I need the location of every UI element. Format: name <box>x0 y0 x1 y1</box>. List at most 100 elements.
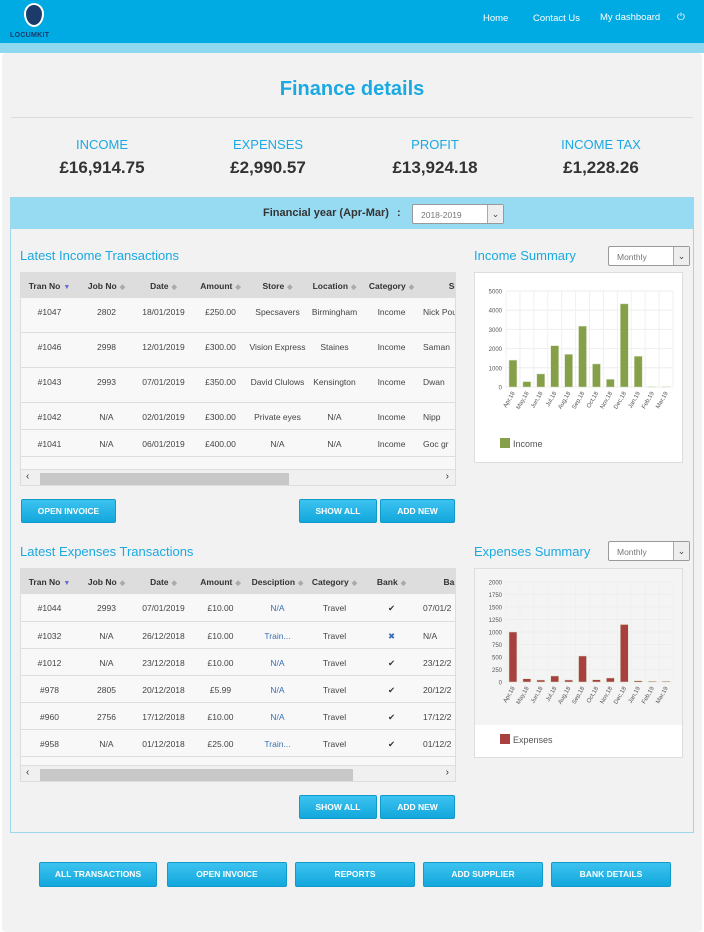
sort-icon[interactable]: ◆ <box>298 580 303 587</box>
description-link[interactable]: N/A <box>249 702 306 730</box>
expenses-show-all-button[interactable]: SHOW ALL <box>299 795 377 819</box>
table-row[interactable]: #1046 2998 12/01/2019 £300.00 Vision Express… <box>21 332 455 368</box>
table-row[interactable]: #1032 N/A 26/12/2018 £10.00 Train... Travel ✖ N… <box>21 621 455 649</box>
column-header[interactable]: Suppl <box>420 273 455 298</box>
column-header[interactable]: Bank Da <box>420 569 455 594</box>
column-header[interactable]: Category ◆ <box>363 273 420 298</box>
expenses-add-new-button[interactable]: ADD NEW <box>380 795 455 819</box>
sort-icon[interactable]: ◆ <box>120 580 125 587</box>
nav-my-dashboard[interactable]: My dashboard <box>600 12 660 23</box>
sort-icon[interactable]: ◆ <box>352 580 357 587</box>
sort-icon[interactable]: ◆ <box>120 284 125 291</box>
column-header[interactable]: Date ◆ <box>135 569 192 594</box>
legend-label: Expenses <box>513 735 553 745</box>
sort-icon[interactable]: ◆ <box>401 580 406 587</box>
income-period-select[interactable]: Monthly ⌄ <box>608 246 690 266</box>
scroll-thumb[interactable] <box>40 473 289 485</box>
column-header[interactable]: Tran No ▼ <box>21 273 78 298</box>
cell: #1044 <box>21 594 78 622</box>
sort-icon[interactable]: ◆ <box>409 284 414 291</box>
column-label: Suppl <box>448 280 455 291</box>
column-header[interactable]: Job No ◆ <box>78 569 135 594</box>
income-show-all-button[interactable]: SHOW ALL <box>299 499 377 523</box>
sort-icon[interactable]: ◆ <box>235 284 240 291</box>
all-transactions-button[interactable]: ALL TRANSACTIONS <box>39 862 157 887</box>
column-header[interactable]: Store ◆ <box>249 273 306 298</box>
table-row[interactable]: #1043 2993 07/01/2019 £350.00 David Clulows K… <box>21 367 455 403</box>
column-header[interactable]: Desciption ◆ <box>249 569 306 594</box>
bank-details-button[interactable]: BANK DETAILS <box>551 862 671 887</box>
header-strip <box>0 43 704 53</box>
x-tick-label: Jul,18 <box>545 390 559 407</box>
table-row[interactable]: #960 2756 17/12/2018 £10.00 N/A Travel ✔ 17/12/… <box>21 702 455 730</box>
footer-open-invoice-button[interactable]: OPEN INVOICE <box>167 862 287 887</box>
x-tick-label: May,18 <box>516 390 531 410</box>
cell: £25.00 <box>192 729 249 757</box>
table-row[interactable]: #1041 N/A 06/01/2019 £400.00 N/A N/A Income Goc… <box>21 429 455 457</box>
column-header[interactable]: Bank ◆ <box>363 569 420 594</box>
sort-icon[interactable]: ◆ <box>235 580 240 587</box>
table-row[interactable]: #958 N/A 01/12/2018 £25.00 Train... Travel ✔ 01… <box>21 729 455 757</box>
scroll-thumb[interactable] <box>40 769 353 781</box>
cell: £10.00 <box>192 621 249 649</box>
nav-home[interactable]: Home <box>483 13 508 24</box>
column-header[interactable]: Category ◆ <box>306 569 363 594</box>
selected-value: 2018-2019 <box>421 210 462 220</box>
cell: 17/12/2 <box>420 702 455 730</box>
column-header[interactable]: Date ◆ <box>135 273 192 298</box>
table-row[interactable]: #1044 2993 07/01/2019 £10.00 N/A Travel ✔ 07/01… <box>21 594 455 622</box>
sort-desc-icon[interactable]: ▼ <box>63 580 70 587</box>
bar <box>550 345 559 388</box>
cell: #1047 <box>21 298 78 333</box>
expenses-summary-title: Expenses Summary <box>474 544 591 559</box>
locumkit-logo[interactable]: LOCUMKIT <box>10 3 56 41</box>
description-link[interactable]: Train... <box>249 729 306 757</box>
bar <box>550 675 559 683</box>
table-row[interactable]: #1012 N/A 23/12/2018 £10.00 N/A Travel ✔ 23/12/… <box>21 648 455 676</box>
description-link[interactable]: Train... <box>249 621 306 649</box>
legend-label: Income <box>513 439 543 449</box>
cell: 07/01/2019 <box>135 367 192 403</box>
sort-desc-icon[interactable]: ▼ <box>63 284 70 291</box>
table-row[interactable]: #978 2805 20/12/2018 £5.99 N/A Travel ✔ 20/12/2 <box>21 675 455 703</box>
cell: 06/01/2019 <box>135 429 192 457</box>
x-tick-label: Dec,18 <box>613 685 628 705</box>
column-header[interactable]: Tran No ▼ <box>21 569 78 594</box>
cell: Saman <box>420 332 455 368</box>
add-supplier-button[interactable]: ADD SUPPLIER <box>423 862 543 887</box>
nav-contact-us[interactable]: Contact Us <box>533 13 580 24</box>
stat-expenses: EXPENSES £2,990.57 <box>183 137 353 178</box>
power-icon[interactable]: ⏻ <box>677 12 685 23</box>
stat-label: INCOME TAX <box>561 137 641 152</box>
scroll-left-icon[interactable]: ‹ <box>26 471 29 482</box>
expenses-period-select[interactable]: Monthly ⌄ <box>608 541 690 561</box>
horizontal-scrollbar[interactable]: ‹ › <box>21 469 455 485</box>
reports-button[interactable]: REPORTS <box>295 862 415 887</box>
column-header[interactable]: Amount ◆ <box>192 569 249 594</box>
scroll-left-icon[interactable]: ‹ <box>26 767 29 778</box>
table-row[interactable]: #1047 2802 18/01/2019 £250.00 Specsavers Birm… <box>21 298 455 333</box>
open-invoice-button[interactable]: OPEN INVOICE <box>21 499 116 523</box>
financial-year-select[interactable]: 2018-2019 ⌄ <box>412 204 504 224</box>
cell: 18/01/2019 <box>135 298 192 333</box>
sort-icon[interactable]: ◆ <box>351 284 356 291</box>
cell: #1042 <box>21 402 78 430</box>
cell: Birmingham <box>306 298 363 333</box>
column-label: Job No <box>87 576 117 587</box>
sort-icon[interactable]: ◆ <box>287 284 292 291</box>
description-link[interactable]: N/A <box>249 594 306 622</box>
cell: Staines <box>306 332 363 368</box>
description-link[interactable]: N/A <box>249 648 306 676</box>
bar <box>661 681 671 683</box>
sort-icon[interactable]: ◆ <box>172 580 177 587</box>
table-row[interactable]: #1042 N/A 02/01/2019 £300.00 Private eyes N/A… <box>21 402 455 430</box>
column-header[interactable]: Amount ◆ <box>192 273 249 298</box>
income-add-new-button[interactable]: ADD NEW <box>380 499 455 523</box>
column-header[interactable]: Location ◆ <box>306 273 363 298</box>
scroll-right-icon[interactable]: › <box>446 471 449 482</box>
description-link[interactable]: N/A <box>249 675 306 703</box>
column-header[interactable]: Job No ◆ <box>78 273 135 298</box>
scroll-right-icon[interactable]: › <box>446 767 449 778</box>
sort-icon[interactable]: ◆ <box>172 284 177 291</box>
horizontal-scrollbar[interactable]: ‹ › <box>21 765 455 781</box>
